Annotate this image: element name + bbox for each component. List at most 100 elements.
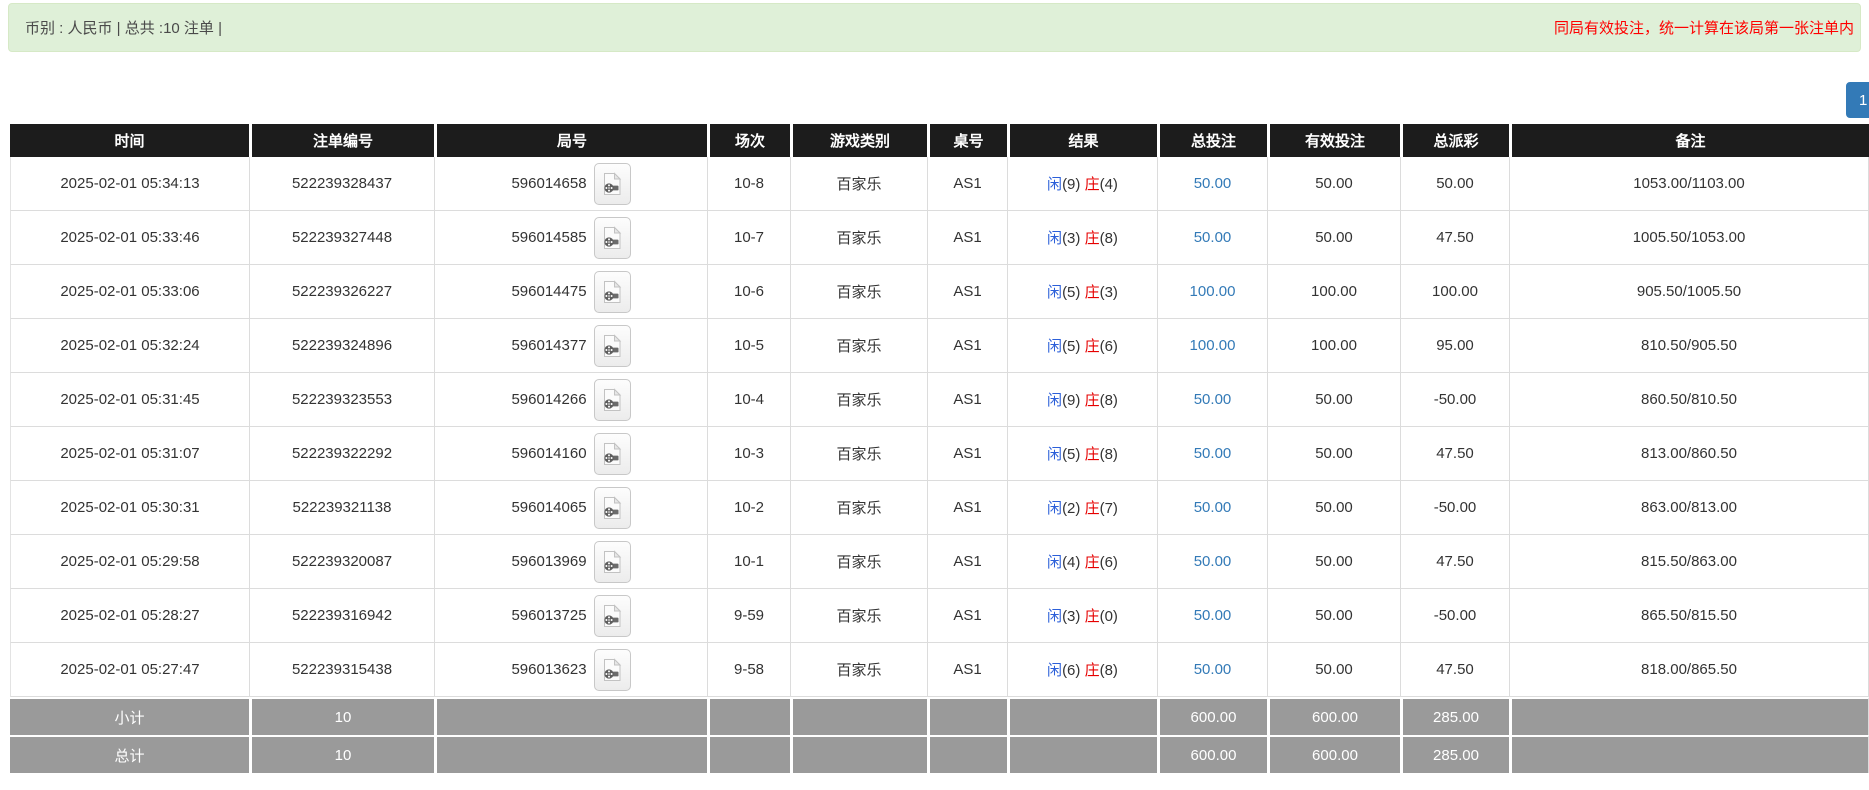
cell-time: 2025-02-01 05:27:47 bbox=[10, 643, 249, 697]
cell-remark: 813.00/860.50 bbox=[1509, 427, 1869, 481]
cell-session: 9-58 bbox=[707, 643, 790, 697]
cell-valid-bet: 50.00 bbox=[1267, 481, 1400, 535]
total-bet-link[interactable]: 50.00 bbox=[1194, 229, 1232, 246]
round-number-value: 596014377 bbox=[511, 337, 586, 354]
result-player-score: (5) bbox=[1062, 446, 1080, 463]
cell-session: 10-2 bbox=[707, 481, 790, 535]
total-label: 总计 bbox=[10, 735, 249, 773]
video-replay-button[interactable] bbox=[594, 649, 631, 691]
column-header-session: 场次 bbox=[707, 124, 790, 157]
cell-bet-number: 522239327448 bbox=[249, 211, 434, 265]
video-replay-button[interactable] bbox=[594, 595, 631, 637]
cell-valid-bet: 100.00 bbox=[1267, 265, 1400, 319]
cell-round-number: 596014475 bbox=[434, 265, 707, 319]
total-total-bet: 600.00 bbox=[1157, 735, 1267, 773]
video-file-icon bbox=[602, 334, 622, 358]
video-replay-button[interactable] bbox=[594, 487, 631, 529]
cell-total-payout: 100.00 bbox=[1400, 265, 1509, 319]
table-header-row: 时间注单编号局号场次游戏类别桌号结果总投注有效投注总派彩备注 bbox=[10, 124, 1869, 157]
cell-valid-bet: 50.00 bbox=[1267, 373, 1400, 427]
cell-table-number: AS1 bbox=[927, 265, 1007, 319]
round-number-group: 596014658 bbox=[439, 163, 703, 205]
result-player-score: (3) bbox=[1062, 230, 1080, 247]
cell-time: 2025-02-01 05:28:27 bbox=[10, 589, 249, 643]
column-header-result: 结果 bbox=[1007, 124, 1157, 157]
cell-bet-number: 522239322292 bbox=[249, 427, 434, 481]
video-replay-button[interactable] bbox=[594, 271, 631, 313]
result-banker-score: (3) bbox=[1100, 284, 1118, 301]
result-player-label: 闲 bbox=[1047, 392, 1062, 409]
cell-valid-bet: 100.00 bbox=[1267, 319, 1400, 373]
cell-result: 闲(3) 庄(8) bbox=[1007, 211, 1157, 265]
result-player-score: (4) bbox=[1062, 554, 1080, 571]
round-number-group: 596014266 bbox=[439, 379, 703, 421]
video-replay-button[interactable] bbox=[594, 163, 631, 205]
cell-total-payout: -50.00 bbox=[1400, 373, 1509, 427]
video-replay-button[interactable] bbox=[594, 217, 631, 259]
cell-total-payout: 47.50 bbox=[1400, 535, 1509, 589]
result-banker-label: 庄 bbox=[1085, 554, 1100, 571]
cell-session: 10-4 bbox=[707, 373, 790, 427]
cell-game-type: 百家乐 bbox=[790, 373, 927, 427]
video-file-icon bbox=[602, 496, 622, 520]
cell-total-bet: 50.00 bbox=[1157, 427, 1267, 481]
subtotal-label: 小计 bbox=[10, 697, 249, 735]
pagination-page-1-button[interactable]: 1 bbox=[1846, 82, 1869, 118]
cell-bet-number: 522239316942 bbox=[249, 589, 434, 643]
result-banker-label: 庄 bbox=[1085, 608, 1100, 625]
cell-round-number: 596014377 bbox=[434, 319, 707, 373]
settlement-notice-text: 同局有效投注，统一计算在该局第一张注单内 bbox=[1554, 17, 1854, 38]
total-bet-link[interactable]: 50.00 bbox=[1194, 553, 1232, 570]
round-number-group: 596014475 bbox=[439, 271, 703, 313]
total-bet-link[interactable]: 100.00 bbox=[1190, 337, 1236, 354]
total-row: 总计10600.00600.00285.00 bbox=[10, 735, 1869, 773]
cell-result: 闲(5) 庄(3) bbox=[1007, 265, 1157, 319]
subtotal-empty-table-number bbox=[927, 697, 1007, 735]
subtotal-empty-game-type bbox=[790, 697, 927, 735]
result-player-label: 闲 bbox=[1047, 608, 1062, 625]
video-file-icon bbox=[602, 172, 622, 196]
cell-round-number: 596013623 bbox=[434, 643, 707, 697]
result-player-label: 闲 bbox=[1047, 500, 1062, 517]
cell-session: 10-7 bbox=[707, 211, 790, 265]
total-bet-link[interactable]: 50.00 bbox=[1194, 661, 1232, 678]
cell-result: 闲(5) 庄(8) bbox=[1007, 427, 1157, 481]
total-bet-link[interactable]: 100.00 bbox=[1190, 283, 1236, 300]
total-empty-game-type bbox=[790, 735, 927, 773]
cell-table-number: AS1 bbox=[927, 535, 1007, 589]
round-number-value: 596014585 bbox=[511, 229, 586, 246]
total-bet-link[interactable]: 50.00 bbox=[1194, 175, 1232, 192]
result-banker-score: (6) bbox=[1100, 338, 1118, 355]
video-replay-button[interactable] bbox=[594, 379, 631, 421]
cell-round-number: 596014160 bbox=[434, 427, 707, 481]
cell-session: 10-8 bbox=[707, 157, 790, 211]
column-header-table-number: 桌号 bbox=[927, 124, 1007, 157]
column-header-valid-bet: 有效投注 bbox=[1267, 124, 1400, 157]
subtotal-empty-session bbox=[707, 697, 790, 735]
total-bet-link[interactable]: 50.00 bbox=[1194, 499, 1232, 516]
cell-total-payout: 50.00 bbox=[1400, 157, 1509, 211]
cell-game-type: 百家乐 bbox=[790, 211, 927, 265]
round-number-value: 596014160 bbox=[511, 445, 586, 462]
video-replay-button[interactable] bbox=[594, 325, 631, 367]
bet-record-row: 2025-02-01 05:29:58522239320087596013969… bbox=[10, 535, 1869, 589]
total-bet-link[interactable]: 50.00 bbox=[1194, 391, 1232, 408]
result-banker-label: 庄 bbox=[1085, 176, 1100, 193]
cell-table-number: AS1 bbox=[927, 589, 1007, 643]
result-player-label: 闲 bbox=[1047, 230, 1062, 247]
video-replay-button[interactable] bbox=[594, 541, 631, 583]
video-file-icon bbox=[602, 550, 622, 574]
bet-record-row: 2025-02-01 05:31:45522239323553596014266… bbox=[10, 373, 1869, 427]
video-file-icon bbox=[602, 280, 622, 304]
column-header-remark: 备注 bbox=[1509, 124, 1869, 157]
video-replay-button[interactable] bbox=[594, 433, 631, 475]
cell-bet-number: 522239326227 bbox=[249, 265, 434, 319]
cell-valid-bet: 50.00 bbox=[1267, 535, 1400, 589]
bet-record-row: 2025-02-01 05:31:07522239322292596014160… bbox=[10, 427, 1869, 481]
total-bet-link[interactable]: 50.00 bbox=[1194, 445, 1232, 462]
cell-session: 10-3 bbox=[707, 427, 790, 481]
cell-total-bet: 100.00 bbox=[1157, 319, 1267, 373]
cell-game-type: 百家乐 bbox=[790, 319, 927, 373]
total-bet-link[interactable]: 50.00 bbox=[1194, 607, 1232, 624]
cell-session: 10-5 bbox=[707, 319, 790, 373]
